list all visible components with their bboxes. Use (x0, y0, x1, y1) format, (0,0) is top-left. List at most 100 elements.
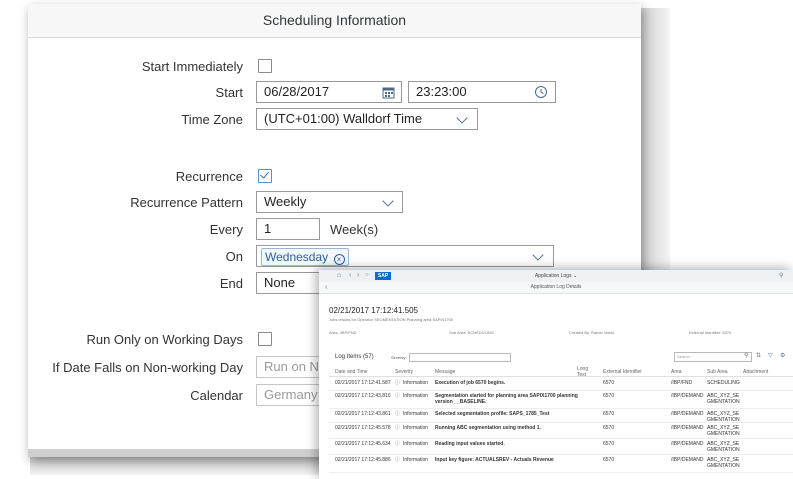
row-severity: Information (403, 425, 429, 431)
recurrence-row: Recurrence (28, 165, 641, 189)
row-sub-area: ABC_XYZ_SEGMENTATION (707, 425, 740, 437)
every-unit: Week(s) (330, 222, 379, 237)
row-date: 02/21/2017 17:12:45.886 (335, 457, 391, 463)
table-row[interactable]: 02/21/2017 17:12:43.816 Information Segmen… (329, 390, 793, 409)
info-icon: ⓘ (395, 457, 401, 463)
start-time-input[interactable]: 23:23:00 (408, 81, 556, 103)
on-row: On Wednesday × (28, 245, 641, 269)
row-area: /IBP/DEMAND (671, 411, 704, 417)
recurrence-pattern-label: Recurrence Pattern (130, 195, 243, 210)
time-zone-label: Time Zone (181, 112, 243, 127)
remove-token-icon[interactable]: × (333, 254, 345, 265)
shell-title[interactable]: Application Logs ⌄ (319, 273, 793, 279)
row-area: /IBP/DEMAND (671, 457, 704, 463)
start-date-input[interactable]: 06/28/2017 (256, 81, 402, 103)
row-area: /IBP/DEMAND (671, 425, 704, 431)
time-zone-row: Time Zone (UTC+01:00) Walldorf Time (28, 108, 641, 132)
column-header: Sub Area (707, 369, 728, 375)
every-value: 1 (264, 221, 272, 236)
calendar-icon[interactable] (382, 86, 395, 99)
row-date: 02/21/2017 17:12:45.634 (335, 441, 391, 447)
calendar-label: Calendar (190, 388, 243, 403)
recurrence-pattern-select[interactable]: Weekly (256, 191, 403, 213)
row-external-id: 6570 (603, 457, 615, 463)
recurrence-pattern-value: Weekly (264, 194, 307, 209)
table-header: Date and Time Severity Message Long Text… (329, 366, 793, 378)
search-input[interactable]: Search (674, 352, 752, 362)
sub-title: Application Log Details (530, 284, 582, 290)
row-message: Execution of job 6570 begins. (435, 380, 506, 386)
checkmark-icon (260, 169, 269, 179)
shadow-strip (640, 8, 670, 278)
start-immediately-checkbox[interactable] (258, 59, 272, 73)
meta-created-by: Created By: Rainer Mertz (569, 330, 615, 335)
chevron-down-icon (532, 249, 544, 261)
table-row[interactable]: 02/21/2017 17:12:45.578 Information Runnin… (329, 422, 793, 439)
search-placeholder: Search (677, 354, 690, 359)
row-date: 02/21/2017 17:12:43.816 (335, 393, 391, 399)
row-sub-area: ABC_XYZ_SEGMENTATION (707, 441, 740, 453)
column-header: Severity (395, 369, 414, 375)
run-working-days-label: Run Only on Working Days (86, 332, 243, 347)
row-external-id: 6570 (603, 425, 615, 431)
table-row[interactable]: 02/21/2017 17:12:45.886 Information Input … (329, 454, 793, 473)
row-area: /IBP/DEMAND (671, 441, 704, 447)
table-row[interactable]: 02/21/2017 17:12:43.861 Information Select… (329, 408, 793, 423)
filter-icon[interactable]: ▽ (768, 352, 773, 359)
row-external-id: 6570 (603, 441, 615, 447)
start-date-value: 06/28/2017 (264, 84, 330, 99)
search-icon[interactable]: ⚲ (744, 352, 748, 359)
every-label: Every (209, 222, 243, 237)
non-working-day-value: Run on Ne (264, 359, 327, 374)
chevron-down-icon (382, 195, 394, 207)
row-external-id: 6570 (603, 380, 615, 386)
column-header: External Identifier (603, 369, 642, 375)
every-input[interactable]: 1 (256, 218, 320, 240)
meta-external-id: External Identifier: 6570 (689, 330, 732, 335)
run-working-days-checkbox[interactable] (258, 332, 272, 346)
sub-bar: ‹ Application Log Details (319, 282, 793, 294)
search-icon[interactable]: ⚲ (779, 272, 783, 279)
column-header: Attachment (743, 369, 769, 375)
recurrence-label: Recurrence (175, 169, 243, 184)
start-time-value: 23:23:00 (416, 84, 467, 99)
severity-select[interactable] (409, 353, 511, 362)
row-severity: Information (403, 457, 429, 463)
row-sub-area: SCHEDULING (707, 380, 740, 386)
dialog-title: Scheduling Information (28, 4, 641, 38)
start-label: Start (215, 85, 243, 100)
clock-icon[interactable] (534, 85, 548, 99)
row-area: /IBP/FND (671, 380, 693, 386)
row-date: 02/21/2017 17:12:43.861 (335, 411, 391, 417)
every-row: Every 1 Week(s) (28, 218, 641, 242)
table-row[interactable]: 02/21/2017 17:12:41.587 Information Execut… (329, 377, 793, 391)
on-label: On (225, 249, 243, 264)
row-severity: Information (403, 393, 429, 399)
info-icon: ⓘ (395, 411, 401, 417)
row-date: 02/21/2017 17:12:41.587 (335, 380, 391, 386)
end-value: None (264, 275, 296, 290)
severity-label: Severity: (391, 355, 407, 360)
recurrence-checkbox[interactable] (258, 169, 272, 183)
start-immediately-label: Start Immediately (141, 59, 243, 74)
recurrence-pattern-row: Recurrence Pattern Weekly (28, 191, 641, 215)
chevron-down-icon (456, 112, 468, 124)
start-immediately-row: Start Immediately (28, 55, 641, 79)
calendar-value: Germany ( (264, 387, 326, 402)
row-message: Reading input values started. (435, 441, 505, 447)
chevron-down-icon: ⌄ (572, 273, 578, 279)
row-severity: Information (403, 411, 429, 417)
on-multiselect[interactable]: Wednesday × (256, 245, 554, 267)
time-zone-select[interactable]: (UTC+01:00) Walldorf Time (256, 108, 478, 130)
settings-icon[interactable]: ⚙ (780, 352, 785, 359)
table-row[interactable]: 02/21/2017 17:12:45.634 Information Readin… (329, 438, 793, 455)
weekday-token[interactable]: Wednesday × (261, 248, 349, 266)
info-icon: ⓘ (395, 380, 401, 386)
row-area: /IBP/DEMAND (671, 393, 704, 399)
sort-icon[interactable]: ⇅ (756, 352, 761, 359)
meta-area: Area: /IBP/FND (329, 330, 357, 335)
log-subtitle: Jobs results for Operator SEGMENTATION P… (329, 317, 454, 322)
nav-back-icon[interactable]: ‹ (325, 282, 327, 293)
shell-title-text: Application Logs (534, 273, 572, 279)
row-message: Input key figure: ACTUALSREV - Actuals R… (435, 457, 554, 463)
